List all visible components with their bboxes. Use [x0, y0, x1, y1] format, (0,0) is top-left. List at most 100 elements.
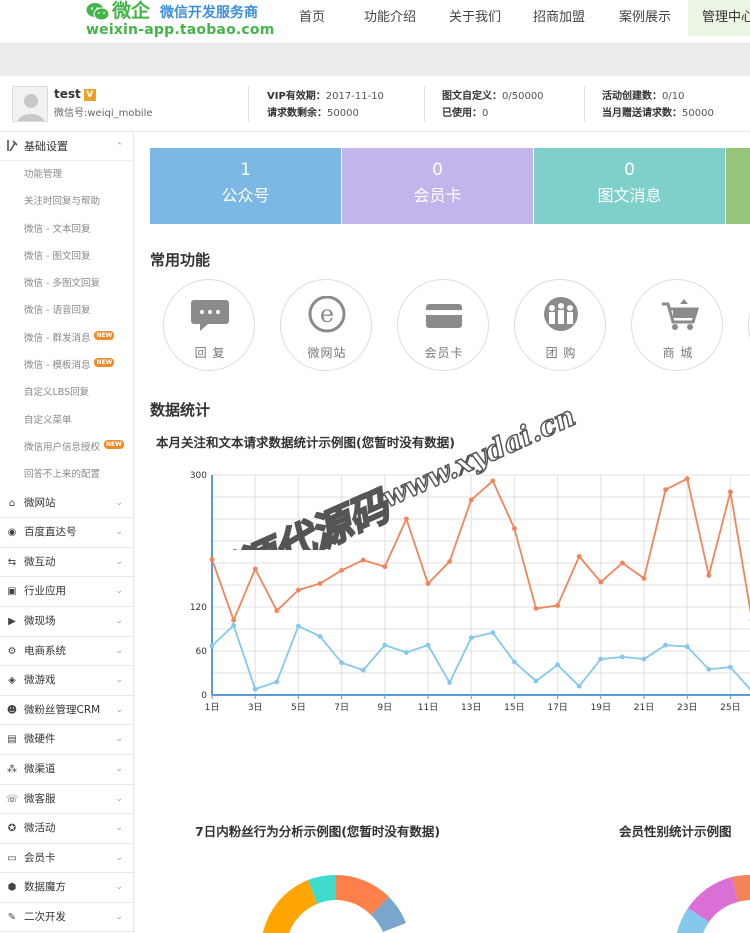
- custom-stats: 图文自定义：0/50000 已使用：0: [442, 88, 544, 122]
- data-point: [641, 576, 647, 581]
- data-point: [512, 526, 517, 531]
- sidebar-group-label: 百度直达号: [24, 526, 77, 539]
- x-tick-label: 25日: [720, 702, 740, 713]
- header-spacer: [0, 44, 750, 76]
- data-point: [490, 478, 496, 484]
- sidebar-subitem[interactable]: 关注时回复与帮助: [0, 188, 133, 215]
- fans-donut-chart: [262, 874, 406, 933]
- nav-franchise[interactable]: 招商加盟: [516, 0, 602, 36]
- chevron-down-icon: ⌄: [115, 823, 123, 834]
- tile-member-cards[interactable]: 0 会员卡: [342, 148, 533, 224]
- sidebar-subitem[interactable]: 微信 - 群发消息 NEW: [0, 325, 133, 352]
- nav-about[interactable]: 关于我们: [434, 0, 516, 36]
- series-line: [211, 477, 750, 623]
- sidebar-group[interactable]: ▶ 微现场 ⌄: [0, 607, 133, 637]
- nav-admin-center[interactable]: 管理中心: [688, 0, 750, 36]
- nav-home[interactable]: 首页: [278, 0, 346, 36]
- sidebar-subitem-label: 微信用户信息授权: [24, 441, 101, 453]
- data-point: [490, 630, 496, 636]
- tile-accounts[interactable]: 1 公众号: [150, 148, 341, 224]
- data-point: [641, 656, 647, 662]
- tile-extra[interactable]: [726, 148, 750, 224]
- sidebar-group-label: 微客服: [24, 792, 56, 805]
- func-reply[interactable]: 回 复: [163, 279, 255, 371]
- sidebar-group[interactable]: ⇆ 微互动 ⌄: [0, 548, 133, 578]
- sidebar-group[interactable]: ✎ 二次开发 ⌄: [0, 903, 133, 933]
- sidebar-group[interactable]: ▣ 行业应用 ⌄: [0, 577, 133, 607]
- tile-label: 公众号: [221, 186, 270, 205]
- sidebar-subitem-label: 微信 - 模板消息: [24, 360, 91, 372]
- gamepad-icon: ◈: [8, 675, 16, 687]
- home-icon: ⌂: [8, 497, 16, 509]
- func-label: 回 复: [194, 346, 226, 360]
- sidebar-group[interactable]: ⚙ 电商系统 ⌄: [0, 637, 133, 667]
- sidebar-subitem-label: 微信 - 语音回复: [24, 305, 91, 317]
- new-badge: NEW: [94, 330, 115, 340]
- group-buy-icon: [544, 297, 578, 331]
- sidebar-subitem[interactable]: 微信 - 多图文回复: [0, 270, 133, 297]
- sidebar-subitem-label: 微信 - 文本回复: [24, 223, 91, 235]
- sidebar-group[interactable]: ⬢ 数据魔方 ⌄: [0, 873, 133, 903]
- func-label: 微网站: [307, 346, 347, 360]
- sidebar-group[interactable]: ☏ 微客服 ⌄: [0, 785, 133, 815]
- y-tick-label: 60: [196, 647, 208, 657]
- sidebar-group-label: 二次开发: [24, 910, 66, 923]
- data-point: [274, 679, 280, 685]
- account-wechat-id: 微信号:weiqi_mobile: [54, 108, 153, 119]
- sidebar-group[interactable]: ⌂ 微网站 ⌄: [0, 489, 133, 519]
- sidebar-subitem[interactable]: 回答不上来的配置: [0, 461, 133, 488]
- tile-news[interactable]: 0 图文消息: [534, 148, 725, 224]
- new-badge: NEW: [94, 358, 115, 368]
- nav-cases[interactable]: 案例展示: [602, 0, 688, 36]
- chevron-down-icon: ⌄: [115, 556, 123, 567]
- sidebar-group[interactable]: ☻ 微粉丝管理CRM ⌄: [0, 696, 133, 726]
- data-point: [598, 579, 604, 585]
- series-line: [211, 623, 750, 691]
- fans-icon: ☻: [6, 704, 18, 716]
- data-point: [447, 559, 452, 564]
- sidebar-subitem-label: 微信 - 群发消息: [24, 332, 91, 344]
- sidebar-group[interactable]: ◉ 百度直达号 ⌄: [0, 518, 133, 548]
- func-member-card[interactable]: 会员卡: [397, 279, 489, 371]
- func-website[interactable]: e 微网站: [280, 279, 372, 371]
- func-group-buy[interactable]: 团 购: [514, 279, 606, 371]
- card-icon: ▭: [7, 852, 17, 864]
- data-point: [360, 667, 366, 673]
- chevron-down-icon: ⌄: [115, 675, 123, 686]
- func-mall[interactable]: 商 城: [631, 279, 723, 371]
- sidebar-group[interactable]: ▭ 会员卡 ⌄: [0, 844, 133, 874]
- chevron-down-icon: ⌄: [115, 527, 123, 538]
- chevron-down-icon: ⌄: [115, 704, 123, 715]
- data-point: [728, 489, 733, 495]
- divider: [584, 86, 585, 122]
- brand-domain: weixin-app.taobao.com: [86, 22, 275, 38]
- avatar[interactable]: [12, 86, 48, 122]
- svg-text:e: e: [320, 300, 334, 328]
- x-tick-label: 1日: [205, 702, 220, 713]
- sidebar-group[interactable]: ▤ 微硬件 ⌄: [0, 725, 133, 755]
- sidebar-group-basic[interactable]: 基础设置 ⌃: [0, 133, 133, 161]
- sidebar-group[interactable]: ◈ 微游戏 ⌄: [0, 666, 133, 696]
- sidebar-subitem[interactable]: 功能管理: [0, 161, 133, 188]
- site-logo[interactable]: 微企 微信开发服务商 weixin-app.taobao.com: [86, 0, 286, 40]
- used-value: 0: [482, 108, 489, 119]
- sidebar-subitem[interactable]: 微信 - 模板消息 NEW: [0, 352, 133, 379]
- sidebar-group[interactable]: ⁂ 微渠道 ⌄: [0, 755, 133, 785]
- nav-features[interactable]: 功能介绍: [346, 0, 434, 36]
- chevron-down-icon: ⌄: [115, 615, 123, 626]
- sidebar-subitem[interactable]: 微信 - 语音回复: [0, 297, 133, 324]
- sidebar-group[interactable]: ✪ 微活动 ⌄: [0, 814, 133, 844]
- data-point: [728, 664, 733, 670]
- sidebar: 基础设置 ⌃ 功能管理 关注时回复与帮助 微信 - 文本回复 微信 - 图文回复 微信 …: [0, 133, 134, 933]
- sidebar-subitem[interactable]: 自定义LBS回复: [0, 379, 133, 406]
- sidebar-subitem-label: 自定义菜单: [24, 414, 72, 426]
- sidebar-subitem-label: 回答不上来的配置: [24, 469, 101, 481]
- func-label: 会员卡: [424, 346, 464, 360]
- cube-icon: ⬢: [7, 882, 17, 894]
- sidebar-subitem[interactable]: 微信 - 文本回复: [0, 216, 133, 243]
- x-tick-label: 5日: [291, 702, 306, 713]
- wechat-logo-icon: [86, 3, 110, 21]
- sidebar-subitem[interactable]: 自定义菜单: [0, 407, 133, 434]
- sidebar-subitem[interactable]: 微信用户信息授权 NEW: [0, 434, 133, 461]
- sidebar-subitem[interactable]: 微信 - 图文回复: [0, 243, 133, 270]
